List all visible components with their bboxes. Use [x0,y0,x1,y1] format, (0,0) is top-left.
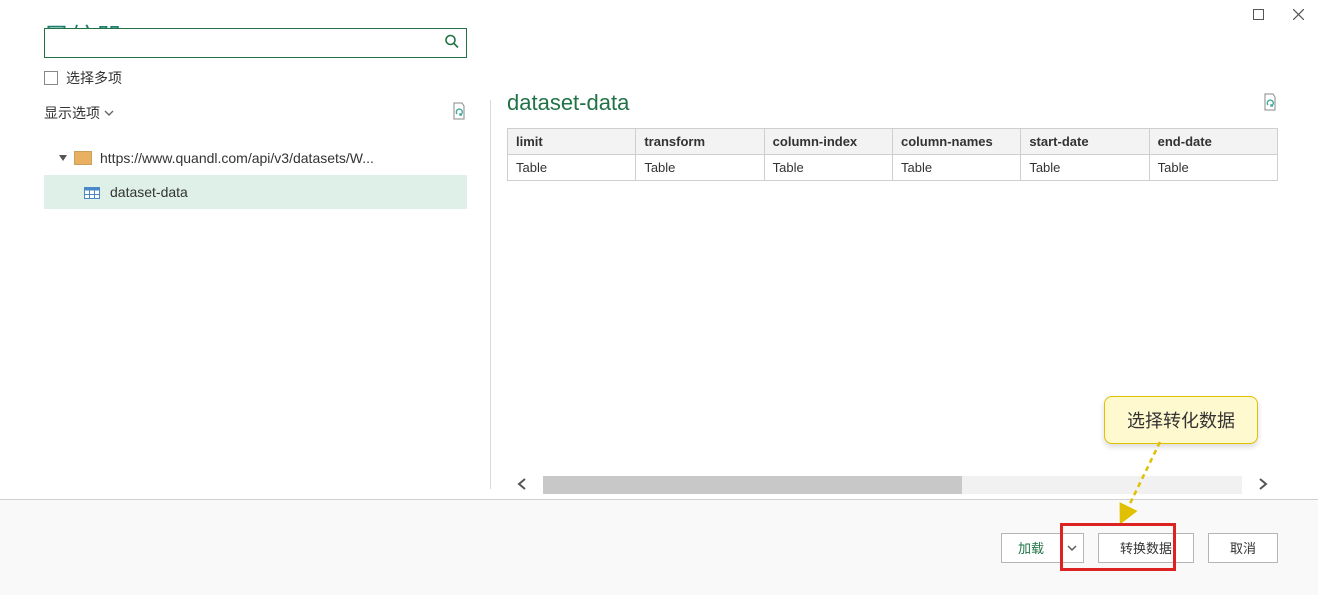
tree-root-label: https://www.quandl.com/api/v3/datasets/W… [100,150,374,166]
preview-table: limit transform column-index column-name… [507,128,1278,181]
cell[interactable]: Table [892,155,1020,181]
cell[interactable]: Table [764,155,892,181]
horizontal-scrollbar[interactable] [507,471,1278,499]
refresh-icon[interactable] [451,102,467,123]
preview-title: dataset-data [507,90,629,116]
col-start-date: start-date [1021,129,1149,155]
load-dropdown-button[interactable] [1061,533,1084,563]
scrollbar-track[interactable] [543,476,1242,494]
col-transform: transform [636,129,764,155]
table-icon [84,186,100,198]
tree-folder-root[interactable]: https://www.quandl.com/api/v3/datasets/W… [44,141,467,175]
transform-data-button[interactable]: 转换数据 [1098,533,1194,563]
tree: https://www.quandl.com/api/v3/datasets/W… [44,141,467,209]
close-button[interactable] [1278,0,1318,28]
table-row: Table Table Table Table Table Table [508,155,1278,181]
col-column-index: column-index [764,129,892,155]
col-limit: limit [508,129,636,155]
col-end-date: end-date [1149,129,1277,155]
scroll-right-icon[interactable] [1248,476,1278,494]
minimize-button[interactable] [1238,0,1278,28]
caret-down-icon [56,153,70,163]
chevron-down-icon [1067,543,1077,553]
load-button[interactable]: 加载 [1001,533,1061,563]
multi-select-label: 选择多项 [66,68,122,88]
divider [490,100,491,489]
scroll-left-icon[interactable] [507,476,537,494]
footer-bar: 加载 转换数据 取消 [0,499,1318,595]
refresh-preview-icon[interactable] [1262,93,1278,114]
multi-select-checkbox[interactable] [44,71,58,85]
scrollbar-thumb[interactable] [543,476,962,494]
cell[interactable]: Table [636,155,764,181]
cell[interactable]: Table [1149,155,1277,181]
search-input[interactable] [45,29,466,57]
folder-icon [74,151,92,165]
cell[interactable]: Table [1021,155,1149,181]
display-options-dropdown[interactable]: 显示选项 [44,103,114,123]
annotation-callout: 选择转化数据 [1104,396,1258,444]
display-options-label: 显示选项 [44,103,100,123]
chevron-down-icon [104,108,114,118]
tree-item-label: dataset-data [110,184,188,200]
cell[interactable]: Table [508,155,636,181]
navigator-panel: 选择多项 显示选项 https://www.quandl.com/api/v3/… [0,28,480,499]
search-icon[interactable] [444,34,460,53]
search-input-container [44,28,467,58]
tree-item-dataset-data[interactable]: dataset-data [44,175,467,209]
col-column-names: column-names [892,129,1020,155]
cancel-button[interactable]: 取消 [1208,533,1278,563]
